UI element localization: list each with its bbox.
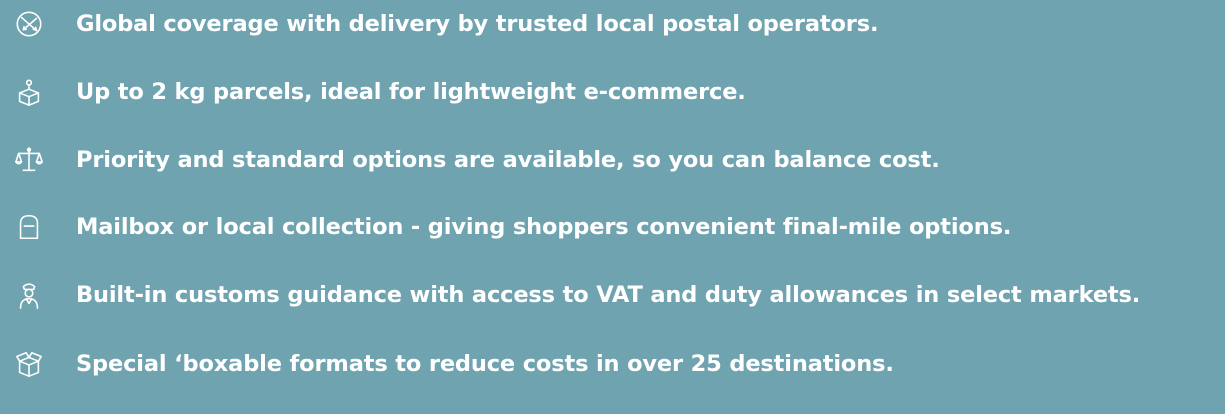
feature-text: Priority and standard options are availa… xyxy=(76,146,940,173)
mailbox-icon xyxy=(12,210,46,244)
feature-text: Global coverage with delivery by trusted… xyxy=(76,10,879,37)
balance-scale-icon xyxy=(12,143,46,177)
feature-text: Special ‘boxable formats to reduce costs… xyxy=(76,350,894,377)
feature-list: Global coverage with delivery by trusted… xyxy=(0,0,1225,414)
parcel-weight-icon xyxy=(12,75,46,109)
globe-arrows-icon xyxy=(12,7,46,41)
customs-officer-icon xyxy=(12,278,46,312)
open-box-icon xyxy=(12,347,46,381)
feature-text: Up to 2 kg parcels, ideal for lightweigh… xyxy=(76,78,746,105)
feature-text: Built-in customs guidance with access to… xyxy=(76,281,1141,308)
feature-text: Mailbox or local collection - giving sho… xyxy=(76,213,1012,240)
